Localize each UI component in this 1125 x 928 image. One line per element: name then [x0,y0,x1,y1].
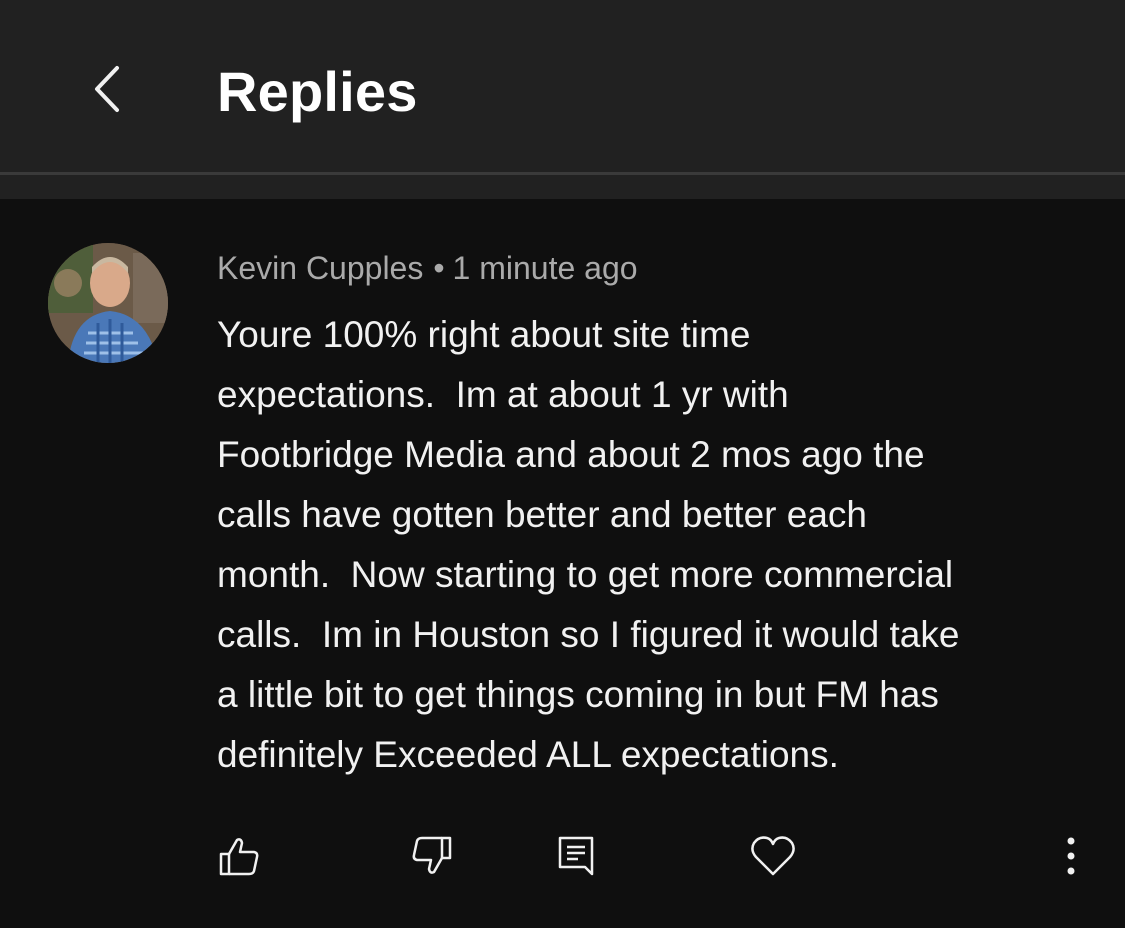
thumbs-down-icon [412,836,452,874]
comment-line: Youre 100% right about site time [217,314,751,355]
comment-meta: Kevin Cupples • 1 minute ago [217,246,638,290]
reply-button[interactable] [550,830,602,882]
dislike-button[interactable] [406,830,458,882]
chevron-left-icon [95,66,119,112]
comment-line: expectations. Im at about 1 yr with [217,374,789,415]
back-button[interactable] [78,58,140,120]
meta-separator: • [433,250,445,286]
comment-line: Footbridge Media and about 2 mos ago the [217,434,925,475]
avatar-image [48,243,168,363]
heart-icon [751,836,795,876]
page-title: Replies [217,60,418,123]
comment-line: calls have gotten better and better each [217,494,867,535]
heart-button[interactable] [747,830,799,882]
comment-icon [558,836,594,876]
comment-line: a little bit to get things coming in but… [217,674,939,715]
top-app-bar: Replies [0,0,1125,172]
timestamp: 1 minute ago [452,250,638,286]
comment-line: definitely Exceeded ALL expectations. [217,734,839,775]
comment-line: calls. Im in Houston so I figured it wou… [217,614,960,655]
thumbs-up-icon [219,838,259,876]
like-button[interactable] [213,830,265,882]
more-button[interactable] [1045,830,1097,882]
more-vertical-icon [1067,837,1075,875]
comment-text: Youre 100% right about site time expecta… [217,305,1097,785]
avatar[interactable] [48,243,168,363]
author-name[interactable]: Kevin Cupples [217,250,423,286]
comment-line: month. Now starting to get more commerci… [217,554,954,595]
header-shadow [0,175,1125,199]
